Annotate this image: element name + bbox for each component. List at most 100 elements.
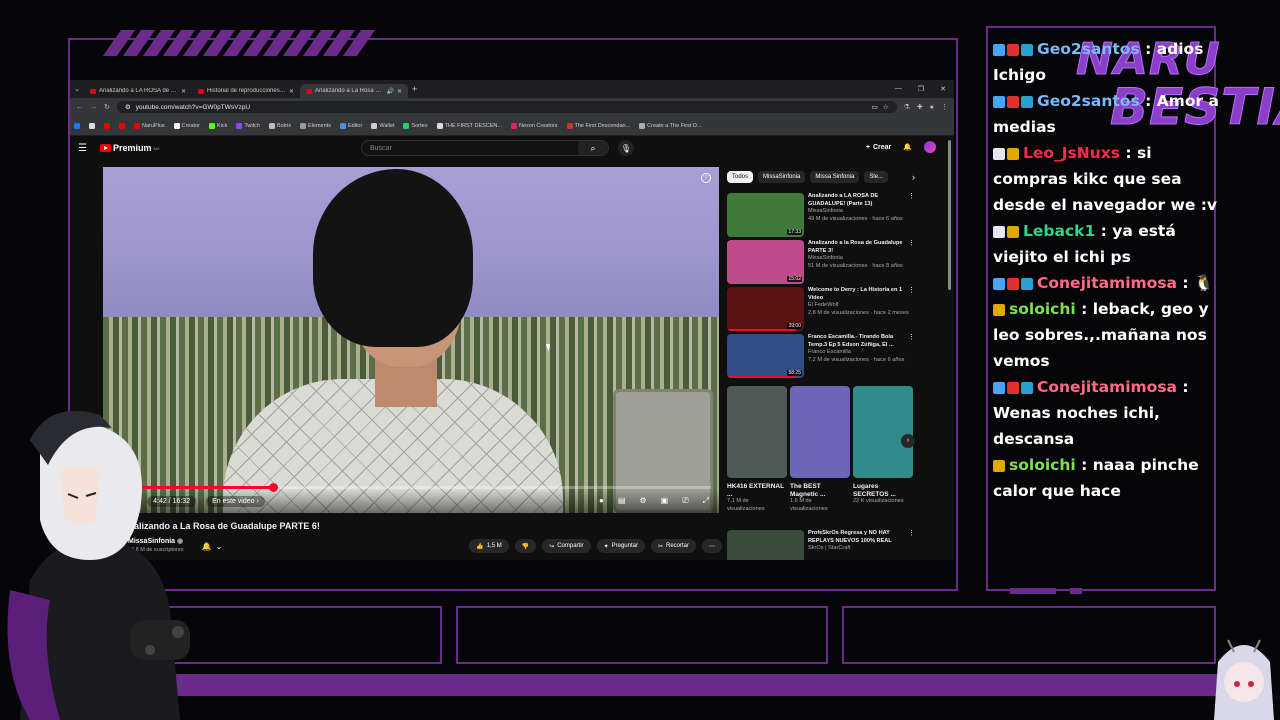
bookmark-elements[interactable]: Elements [300,122,331,129]
close-tab-icon[interactable]: ✕ [289,88,294,95]
bookmark-create-tfd[interactable]: Create a The First D... [639,122,701,129]
autoplay-icon[interactable]: ● [599,496,604,506]
bookmark-youtube-2[interactable] [119,122,125,129]
audio-icon[interactable]: 🔊 [386,88,393,95]
hamburger-menu-icon[interactable]: ☰ [78,143,96,154]
page-scrollbar[interactable] [948,140,951,290]
chip-missa-sinfonia[interactable]: Missa Sinfonia [810,171,860,183]
more-actions-button[interactable]: ⋯ [702,539,722,553]
browser-tab[interactable]: Historial de reproducciones - Yo...✕ [192,84,300,98]
browser-tab-active[interactable]: Analizando a La Rosa de Gu...🔊✕ [300,84,408,98]
short-meta[interactable]: Lugares SECRETOS ... 22 K visualizaciones [853,483,913,506]
video-thumbnail[interactable]: 17:33 [727,193,804,237]
chip-more[interactable]: Sle... [864,171,889,183]
share-button[interactable]: ↪ Compartir [542,539,591,553]
close-tab-icon[interactable]: ✕ [181,88,186,95]
search-button[interactable]: ⌕ [578,141,608,155]
reload-icon[interactable]: ↻ [104,103,110,111]
ask-button[interactable]: ✦ Preguntar [596,539,645,553]
close-tab-icon[interactable]: ✕ [397,88,402,95]
maximize-icon[interactable]: ❐ [918,85,924,93]
short-meta[interactable]: HK416 EXTERNAL ... 7,1 M de visualizacion… [727,483,787,513]
chat-username[interactable]: Conejitamimosa [1037,274,1177,292]
short-thumbnail[interactable] [727,386,787,478]
bookmark-youtube[interactable] [104,122,110,129]
bookmark-nexon[interactable]: Nexon Creators [510,122,558,129]
shorts-next-icon[interactable]: › [901,434,915,448]
chat-username[interactable]: Geo2santos [1037,92,1140,110]
bookmark-creator[interactable]: Creator [173,122,200,129]
bookmark-tfd[interactable]: THE FIRST DESCEN... [436,122,502,129]
channel-name[interactable]: Franco Escamilla [808,349,909,357]
url-field[interactable]: ⚙ youtube.com/watch?v=GW0pTWsVzpU ▭ ☆ [116,101,897,113]
tab-search-icon[interactable]: ⌄ [70,85,84,93]
create-button[interactable]: + Crear [866,144,891,151]
new-tab-icon[interactable]: + [412,84,417,94]
bookmark-twitch[interactable]: Twitch [236,122,260,129]
bookmark-star-icon[interactable]: ☆ [883,103,889,111]
minimize-icon[interactable]: — [895,85,902,93]
bookmark-botrix[interactable]: Botrix [268,122,291,129]
bookmark-wallet[interactable]: Wallet [371,122,394,129]
chip-missasinfonia[interactable]: MissaSinfonia [758,171,806,183]
extensions-icon[interactable]: ⚗ [904,103,910,111]
video-thumbnail[interactable]: 15:02 [727,240,804,284]
bookmark-kick[interactable]: Kick [208,122,227,129]
short-meta[interactable]: The BEST Magnetic ... 1,6 M de visualizac… [790,483,850,513]
chat-username[interactable]: Geo2santos [1037,40,1140,58]
chat-username[interactable]: Leback1 [1023,222,1095,240]
channel-name[interactable]: El FedeWolf [808,302,909,310]
info-icon[interactable]: i [701,173,711,183]
miniplayer-icon[interactable]: ▣ [661,496,669,506]
short-thumbnail[interactable] [790,386,850,478]
puzzle-icon[interactable]: ✚ [917,103,923,111]
chip-all[interactable]: Todos [727,171,754,183]
fullscreen-icon[interactable]: ⤢ [703,496,709,506]
channel-name[interactable]: MissaSinfonia [808,208,909,216]
video-thumbnail[interactable]: 58:25 [727,334,804,378]
more-options-icon[interactable]: ⋮ [908,334,915,342]
close-window-icon[interactable]: ✕ [940,85,946,93]
video-thumbnail[interactable] [727,530,804,560]
bookmark-editor[interactable]: Editor [339,122,362,129]
forward-icon[interactable]: → [90,104,97,111]
chat-username[interactable]: soloichi [1009,456,1076,474]
site-info-icon[interactable]: ⚙ [125,103,131,111]
menu-dots-icon[interactable]: ⋮ [941,103,948,111]
more-options-icon[interactable]: ⋮ [908,193,915,201]
bookmark-naruplus[interactable]: NaruPlus [134,122,165,129]
bookmark-sorteo[interactable]: Sorteo [403,122,428,129]
settings-gear-icon[interactable]: ⚙ [639,496,646,506]
bookmark-tfd-2[interactable]: The First Descendan... [566,122,630,129]
dislike-button[interactable]: 👎 [514,539,537,553]
clip-button[interactable]: ✂ Recortar [650,539,696,553]
youtube-logo[interactable]: Premium MX [100,143,160,153]
chevron-right-icon[interactable]: › [912,172,915,182]
more-options-icon[interactable]: ⋮ [908,240,915,248]
browser-tab[interactable]: Analizando a LA ROSA de GUADAL...✕ [84,84,192,98]
chat-username[interactable]: Leo_JsNuxs [1023,144,1120,162]
like-button[interactable]: 👍 1,5 M [469,539,509,553]
recommended-video[interactable]: 15:02 Analizando a la Rosa de Guadalupe P… [727,240,915,284]
more-options-icon[interactable]: ⋮ [908,530,915,538]
short-thumbnail[interactable] [853,386,913,478]
chat-username[interactable]: soloichi [1009,300,1076,318]
bookmark-facebook[interactable] [74,122,80,129]
back-icon[interactable]: ← [76,104,83,111]
subtitles-icon[interactable]: ▤ [618,496,626,506]
notifications-bell-icon[interactable]: 🔔 [903,143,912,151]
account-avatar[interactable] [924,141,936,153]
more-options-icon[interactable]: ⋮ [908,287,915,295]
chat-username[interactable]: Conejitamimosa [1037,378,1177,396]
cast-icon[interactable]: ⎚ [682,496,688,506]
video-thumbnail[interactable]: 39:00 [727,287,804,331]
bookmark-x[interactable] [89,122,95,129]
chapter-chip[interactable]: En este video › [206,495,265,507]
install-app-icon[interactable]: ▭ [872,103,878,111]
recommended-video[interactable]: 39:00 Welcome to Derry : La Historia en 1… [727,287,915,331]
recommended-video[interactable]: 17:33 Analizando a LA ROSA DE GUADALUPE! … [727,193,915,237]
search-input[interactable]: Buscar ⌕ [361,140,609,156]
recommended-video[interactable]: ProfeSkrOs Regresa y NO HAY REPLAYS NUEV… [727,530,915,560]
profile-icon[interactable]: ● [930,104,934,111]
voice-search-icon[interactable]: 🎙 [618,140,634,156]
